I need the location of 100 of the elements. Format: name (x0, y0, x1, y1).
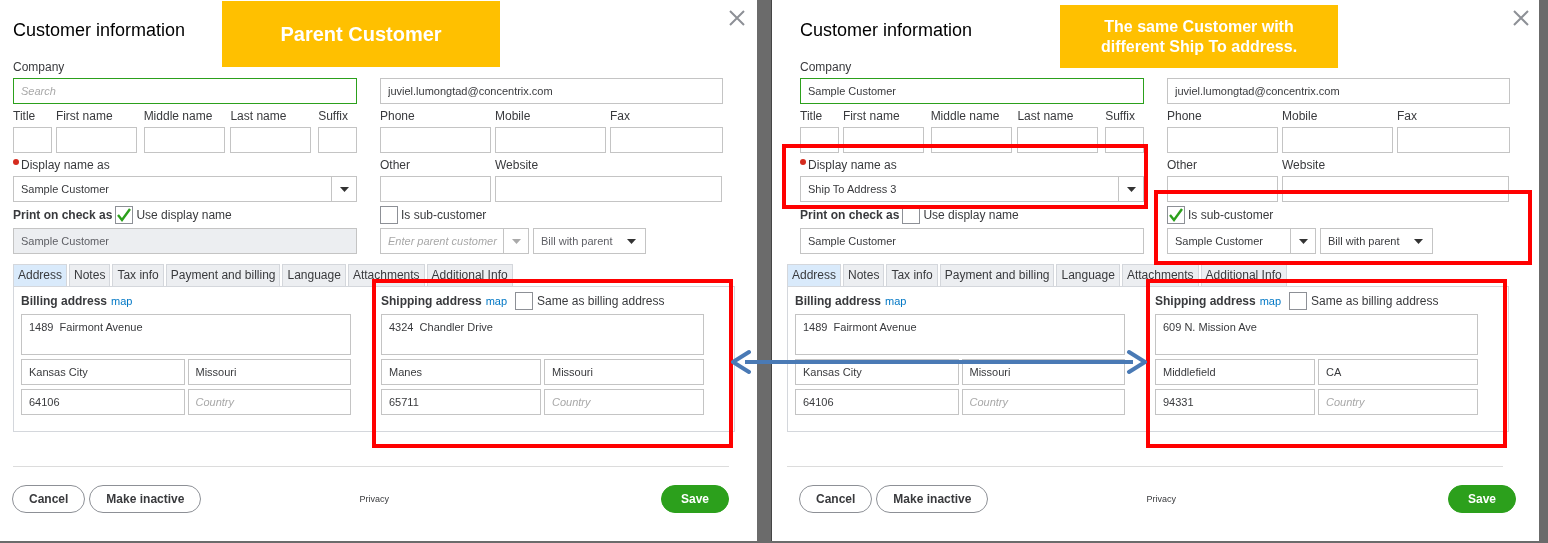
field-label: Company (13, 60, 66, 74)
input-field[interactable] (380, 176, 491, 202)
street-field[interactable]: 1489 Fairmont Avenue (21, 314, 351, 355)
section-label: Shipping address (1155, 294, 1256, 308)
print-name-field[interactable]: Sample Customer (800, 228, 1144, 254)
field-label: Phone (380, 109, 416, 123)
company-field[interactable]: Sample Customer (800, 78, 1144, 104)
tab[interactable]: Notes (69, 264, 111, 286)
map-link[interactable]: map (885, 295, 907, 307)
required-mark (13, 159, 19, 165)
field-label: Mobile (1282, 109, 1319, 123)
cancel-button[interactable]: Cancel (12, 485, 86, 513)
caret-icon (627, 238, 636, 244)
field-label: Fax (610, 109, 631, 123)
checkbox-label: Is sub-customer (1188, 208, 1274, 222)
privacy-link[interactable]: Privacy (1146, 494, 1176, 504)
input-field[interactable] (495, 127, 606, 153)
dialog-title: Customer information (13, 19, 186, 41)
print-name-field[interactable]: Sample Customer (13, 228, 357, 254)
city-field[interactable]: Kansas City (21, 359, 185, 385)
field-label: Other (380, 158, 411, 172)
city-field[interactable]: Middlefield (1155, 359, 1315, 385)
map-link[interactable]: map (485, 295, 508, 307)
zip-field[interactable]: 64106 (21, 389, 185, 415)
tab[interactable]: Tax info (886, 264, 938, 286)
caret-icon (1126, 186, 1136, 192)
input-field[interactable] (610, 127, 723, 153)
city-field[interactable]: Manes (381, 359, 541, 385)
tab[interactable]: Language (282, 264, 346, 286)
tab[interactable]: Address (787, 264, 842, 286)
zip-field[interactable]: 94331 (1155, 389, 1315, 415)
display-name-dropdown[interactable]: Sample Customer (13, 176, 357, 202)
dialog-title: Customer information (800, 19, 973, 41)
caret-icon (1298, 238, 1308, 244)
tab[interactable]: Language (1056, 264, 1120, 286)
bill-with-dropdown[interactable]: Bill with parent (1320, 228, 1433, 254)
display-name-dropdown[interactable]: Ship To Address 3 (800, 176, 1144, 202)
field-label: Phone (1167, 109, 1203, 123)
field-label: Suffix (318, 109, 349, 123)
tab[interactable]: Payment and billing (939, 264, 1055, 286)
field-label: Middle name (143, 109, 214, 123)
zip-field[interactable]: 64106 (795, 389, 959, 415)
field-label: Display name as (21, 158, 110, 172)
field-label: Website (495, 158, 540, 172)
field-label: Company (800, 60, 853, 74)
checkbox[interactable] (1289, 292, 1308, 310)
close-icon[interactable] (729, 10, 745, 26)
caret-icon (511, 238, 521, 244)
field-label: First name (55, 109, 114, 123)
checkbox-label: Same as billing address (537, 294, 665, 308)
map-link[interactable]: map (111, 295, 133, 307)
tab[interactable]: Tax info (112, 264, 164, 286)
checkbox[interactable] (515, 292, 534, 310)
tab[interactable]: Payment and billing (165, 264, 281, 286)
field-label: Other (1167, 158, 1198, 172)
state-field[interactable]: Missouri (187, 359, 351, 385)
input-field[interactable] (143, 127, 226, 153)
input-field[interactable] (55, 127, 137, 153)
input-field[interactable] (13, 127, 52, 153)
checkbox-label: Use display name (136, 208, 232, 222)
section-label: Billing address (795, 294, 882, 308)
parent-customer-dropdown[interactable]: Sample Customer (1167, 228, 1316, 254)
company-field[interactable]: Search (13, 78, 357, 104)
input-field[interactable] (380, 127, 491, 153)
checkbox[interactable] (1167, 206, 1185, 224)
tab[interactable]: Notes (843, 264, 885, 286)
required-mark (800, 159, 806, 165)
country-field[interactable]: Country (187, 389, 351, 415)
close-icon[interactable] (1513, 10, 1529, 26)
input-field[interactable] (318, 127, 357, 153)
checkbox[interactable] (380, 206, 398, 224)
field-label: Suffix (1105, 109, 1136, 123)
state-field[interactable]: Missouri (544, 359, 704, 385)
input-field[interactable] (1167, 127, 1278, 153)
input-field[interactable] (230, 127, 312, 153)
checkbox[interactable] (115, 206, 134, 224)
state-field[interactable]: CA (1318, 359, 1478, 385)
caret-icon (339, 186, 349, 192)
privacy-link[interactable]: Privacy (359, 494, 389, 504)
banner-text: different Ship To address. (1100, 36, 1298, 56)
zip-field[interactable]: 65711 (381, 389, 541, 415)
input-field[interactable] (495, 176, 722, 202)
country-field[interactable]: Country (544, 389, 704, 415)
street-field[interactable]: 1489 Fairmont Avenue (795, 314, 1125, 355)
email-field[interactable]: juviel.lumongtad@concentrix.com (380, 78, 723, 104)
street-field[interactable]: 609 N. Mission Ave (1155, 314, 1478, 355)
map-link[interactable]: map (1259, 295, 1282, 307)
input-field[interactable] (1282, 127, 1393, 153)
street-field[interactable]: 4324 Chandler Drive (381, 314, 704, 355)
field-label: Mobile (495, 109, 532, 123)
email-field[interactable]: juviel.lumongtad@concentrix.com (1167, 78, 1510, 104)
field-label: Print on check as (800, 208, 900, 222)
cancel-button[interactable]: Cancel (799, 485, 873, 513)
field-label: Title (13, 109, 37, 123)
country-field[interactable]: Country (1318, 389, 1478, 415)
country-field[interactable]: Country (961, 389, 1125, 415)
tab[interactable]: Address (13, 264, 68, 286)
bill-with-dropdown[interactable]: Bill with parent (533, 228, 646, 254)
section-label: Shipping address (381, 294, 482, 308)
input-field[interactable] (1397, 127, 1510, 153)
